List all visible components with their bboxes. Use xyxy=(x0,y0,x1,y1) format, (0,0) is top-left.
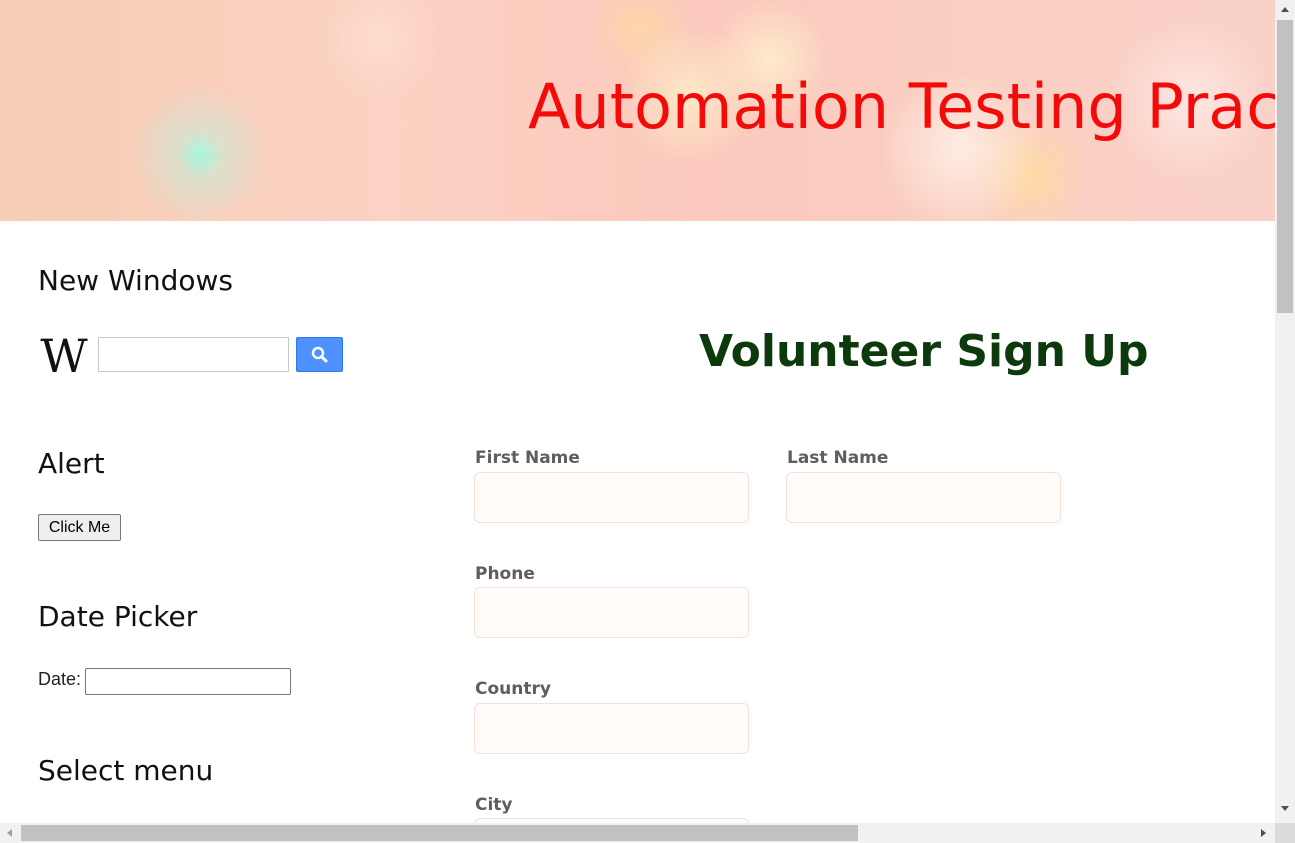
first-name-field[interactable] xyxy=(474,472,749,523)
wikipedia-search-button[interactable] xyxy=(296,337,343,372)
date-picker-heading: Date Picker xyxy=(38,600,198,633)
page-title: Automation Testing Practice xyxy=(528,70,1275,143)
page-viewport: Automation Testing Practice New Windows … xyxy=(0,0,1275,823)
wikipedia-search-input[interactable] xyxy=(98,337,289,372)
date-picker-input[interactable] xyxy=(85,668,291,695)
scrollbar-corner xyxy=(1275,823,1295,843)
select-menu-heading: Select menu xyxy=(38,754,214,787)
last-name-field[interactable] xyxy=(786,472,1061,523)
last-name-label: Last Name xyxy=(787,448,889,468)
alert-heading: Alert xyxy=(38,447,105,480)
scroll-right-icon[interactable] xyxy=(1261,829,1266,837)
horizontal-scrollbar-thumb[interactable] xyxy=(21,825,858,841)
alert-click-me-button[interactable]: Click Me xyxy=(38,514,121,541)
scroll-up-icon[interactable] xyxy=(1281,7,1289,12)
svg-text:W: W xyxy=(40,336,88,376)
scroll-down-icon[interactable] xyxy=(1281,806,1289,811)
first-name-label: First Name xyxy=(475,448,580,468)
vertical-scrollbar-thumb[interactable] xyxy=(1277,20,1293,313)
volunteer-form-title: Volunteer Sign Up xyxy=(699,326,1149,377)
wikipedia-icon[interactable]: W xyxy=(38,336,91,376)
city-label: City xyxy=(475,795,513,815)
scroll-left-icon[interactable] xyxy=(7,829,12,837)
phone-label: Phone xyxy=(475,564,535,584)
phone-field[interactable] xyxy=(474,587,749,638)
new-windows-heading: New Windows xyxy=(38,264,233,297)
country-field[interactable] xyxy=(474,703,749,754)
date-label: Date: xyxy=(38,669,82,689)
header-banner: Automation Testing Practice xyxy=(0,0,1275,221)
search-icon xyxy=(311,346,328,363)
country-label: Country xyxy=(475,679,551,699)
